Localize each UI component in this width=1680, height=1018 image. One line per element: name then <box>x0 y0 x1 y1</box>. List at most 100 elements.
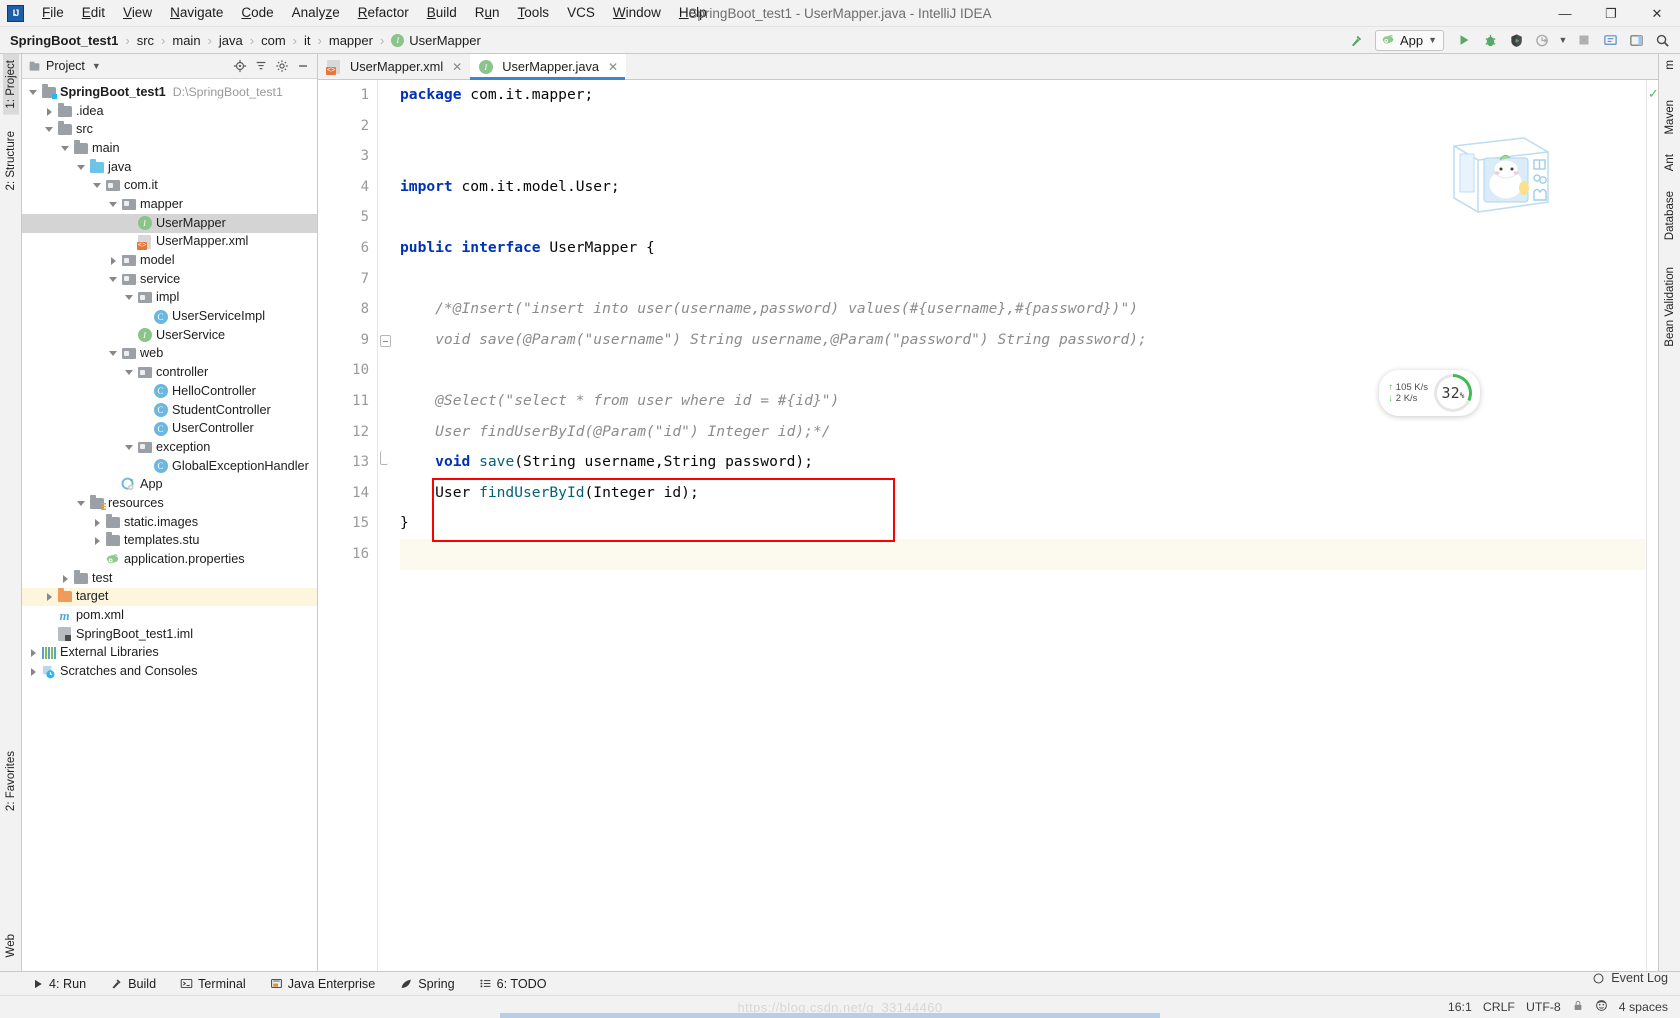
code-line[interactable]: package com.it.mapper; <box>400 80 1646 111</box>
tree-node-exception[interactable]: exception <box>22 438 317 457</box>
hide-panel-icon[interactable] <box>293 57 313 76</box>
tree-node-scratches-and-consoles[interactable]: Scratches and Consoles <box>22 662 317 681</box>
line-separator[interactable]: CRLF <box>1483 1000 1515 1014</box>
tool-window-button-bean-validation[interactable]: Bean Validation <box>1662 261 1678 353</box>
tree-toggle-open-icon[interactable] <box>76 498 87 509</box>
tree-toggle-open-icon[interactable] <box>76 162 87 173</box>
tree-toggle-open-icon[interactable] <box>124 292 135 303</box>
debug-icon[interactable] <box>1478 29 1502 51</box>
tree-node-usercontroller[interactable]: C UserController <box>22 419 317 438</box>
tree-toggle-closed-icon[interactable] <box>44 591 55 602</box>
tree-node-app[interactable]: App <box>22 475 317 494</box>
code-line[interactable] <box>400 264 1646 295</box>
code-line[interactable]: User findUserById(@Param("id") Integer i… <box>400 417 1646 448</box>
bottom-tool-button-4-run[interactable]: 4: Run <box>20 975 98 993</box>
build-project-icon[interactable] <box>1345 29 1369 51</box>
menu-item-help[interactable]: Help <box>670 2 716 24</box>
minimize-button[interactable]: — <box>1542 0 1588 27</box>
tree-node-com-it[interactable]: com.it <box>22 176 317 195</box>
tree-node-controller[interactable]: controller <box>22 363 317 382</box>
tree-node-service[interactable]: service <box>22 270 317 289</box>
tree-toggle-closed-icon[interactable] <box>92 535 103 546</box>
tree-toggle-closed-icon[interactable] <box>28 647 39 658</box>
chevron-down-icon[interactable]: ▼ <box>92 61 101 71</box>
tool-window-button-maven[interactable]: Maven <box>1662 94 1678 141</box>
locate-file-icon[interactable] <box>230 57 250 76</box>
tree-node-external-libraries[interactable]: External Libraries <box>22 644 317 663</box>
tree-node-java[interactable]: java <box>22 158 317 177</box>
tree-node-src[interactable]: src <box>22 120 317 139</box>
tree-toggle-open-icon[interactable] <box>108 274 119 285</box>
tree-node-main[interactable]: main <box>22 139 317 158</box>
code-line[interactable]: User findUserById(Integer id); <box>400 478 1646 509</box>
breadcrumb-item-com[interactable]: com <box>259 32 288 49</box>
tree-node--idea[interactable]: .idea <box>22 102 317 121</box>
breadcrumb-item-springboot-test1[interactable]: SpringBoot_test1 <box>8 32 120 49</box>
file-encoding[interactable]: UTF-8 <box>1526 1000 1561 1014</box>
tree-node-springboot-test1-iml[interactable]: SpringBoot_test1.iml <box>22 625 317 644</box>
bottom-tool-button-java-enterprise[interactable]: Java Enterprise <box>258 975 388 993</box>
editor-marker-bar[interactable]: ✓ <box>1646 80 1658 971</box>
tree-node-model[interactable]: model <box>22 251 317 270</box>
code-fold-marker[interactable] <box>380 451 388 465</box>
run-icon[interactable] <box>1452 29 1476 51</box>
tree-toggle-closed-icon[interactable] <box>28 666 39 677</box>
lock-icon[interactable] <box>1572 999 1584 1015</box>
code-fold-marker[interactable] <box>380 335 391 347</box>
tree-node-springboot-test1[interactable]: SpringBoot_test1 D:\SpringBoot_test1 <box>22 83 317 102</box>
menu-item-navigate[interactable]: Navigate <box>161 2 232 24</box>
tree-toggle-open-icon[interactable] <box>60 143 71 154</box>
code-line[interactable]: /*@Insert("insert into user(username,pas… <box>400 294 1646 325</box>
layout-settings-icon[interactable] <box>1624 29 1648 51</box>
tree-toggle-open-icon[interactable] <box>44 124 55 135</box>
tool-window-button-web[interactable]: Web <box>3 928 19 963</box>
tree-toggle-open-icon[interactable] <box>28 87 39 98</box>
maximize-button[interactable]: ❐ <box>1588 0 1634 27</box>
breadcrumb-item-java[interactable]: java <box>217 32 245 49</box>
code-line[interactable]: public interface UserMapper { <box>400 233 1646 264</box>
menu-item-analyze[interactable]: Analyze <box>283 2 349 24</box>
network-cpu-monitor-widget[interactable]: ↑ 105 K/s ↓ 2 K/s 32% <box>1379 370 1480 416</box>
tree-node-studentcontroller[interactable]: C StudentController <box>22 401 317 420</box>
tree-node-impl[interactable]: impl <box>22 289 317 308</box>
close-tab-icon[interactable]: ✕ <box>608 60 618 74</box>
run-with-coverage-icon[interactable] <box>1504 29 1528 51</box>
tool-window-button-favorites[interactable]: 2: Favorites <box>3 745 19 817</box>
bottom-tool-button-spring[interactable]: Spring <box>387 975 466 993</box>
tree-toggle-open-icon[interactable] <box>124 367 135 378</box>
tool-window-button-structure[interactable]: 2: Structure <box>3 125 19 196</box>
tree-node-static-images[interactable]: static.images <box>22 513 317 532</box>
tree-node-userserviceimpl[interactable]: C UserServiceImpl <box>22 307 317 326</box>
inspection-face-icon[interactable] <box>1595 999 1608 1015</box>
tree-node-userservice[interactable]: I UserService <box>22 326 317 345</box>
code-line[interactable] <box>400 538 1646 570</box>
tree-node-web[interactable]: web <box>22 345 317 364</box>
tree-toggle-open-icon[interactable] <box>92 180 103 191</box>
gear-icon[interactable] <box>272 57 292 76</box>
menu-item-window[interactable]: Window <box>604 2 670 24</box>
menu-item-tools[interactable]: Tools <box>509 2 559 24</box>
indent-setting[interactable]: 4 spaces <box>1619 1000 1668 1014</box>
code-line[interactable]: void save(@Param("username") String user… <box>400 325 1646 356</box>
search-everywhere-icon[interactable] <box>1650 29 1674 51</box>
update-running-application-icon[interactable] <box>1598 29 1622 51</box>
event-log-button[interactable]: Event Log <box>1592 971 1668 985</box>
bottom-tool-button-6-todo[interactable]: 6: TODO <box>467 975 559 993</box>
tree-node-templates-stu[interactable]: templates.stu <box>22 532 317 551</box>
profiler-icon[interactable] <box>1530 29 1554 51</box>
bottom-tool-button-build[interactable]: Build <box>98 975 168 993</box>
tree-toggle-closed-icon[interactable] <box>60 573 71 584</box>
fold-column[interactable] <box>378 80 392 971</box>
tree-node-mapper[interactable]: mapper <box>22 195 317 214</box>
breadcrumb-item-mapper[interactable]: mapper <box>327 32 375 49</box>
close-button[interactable]: ✕ <box>1634 0 1680 27</box>
breadcrumb-item-main[interactable]: main <box>170 32 202 49</box>
menu-item-build[interactable]: Build <box>418 2 466 24</box>
breadcrumb-item-it[interactable]: it <box>302 32 313 49</box>
menu-item-refactor[interactable]: Refactor <box>349 2 418 24</box>
tree-node-application-properties[interactable]: application.properties <box>22 550 317 569</box>
menu-item-edit[interactable]: Edit <box>73 2 114 24</box>
tree-node-pom-xml[interactable]: m pom.xml <box>22 606 317 625</box>
tree-node-resources[interactable]: resources <box>22 494 317 513</box>
code-content[interactable]: package com.it.mapper; import com.it.mod… <box>392 80 1646 971</box>
